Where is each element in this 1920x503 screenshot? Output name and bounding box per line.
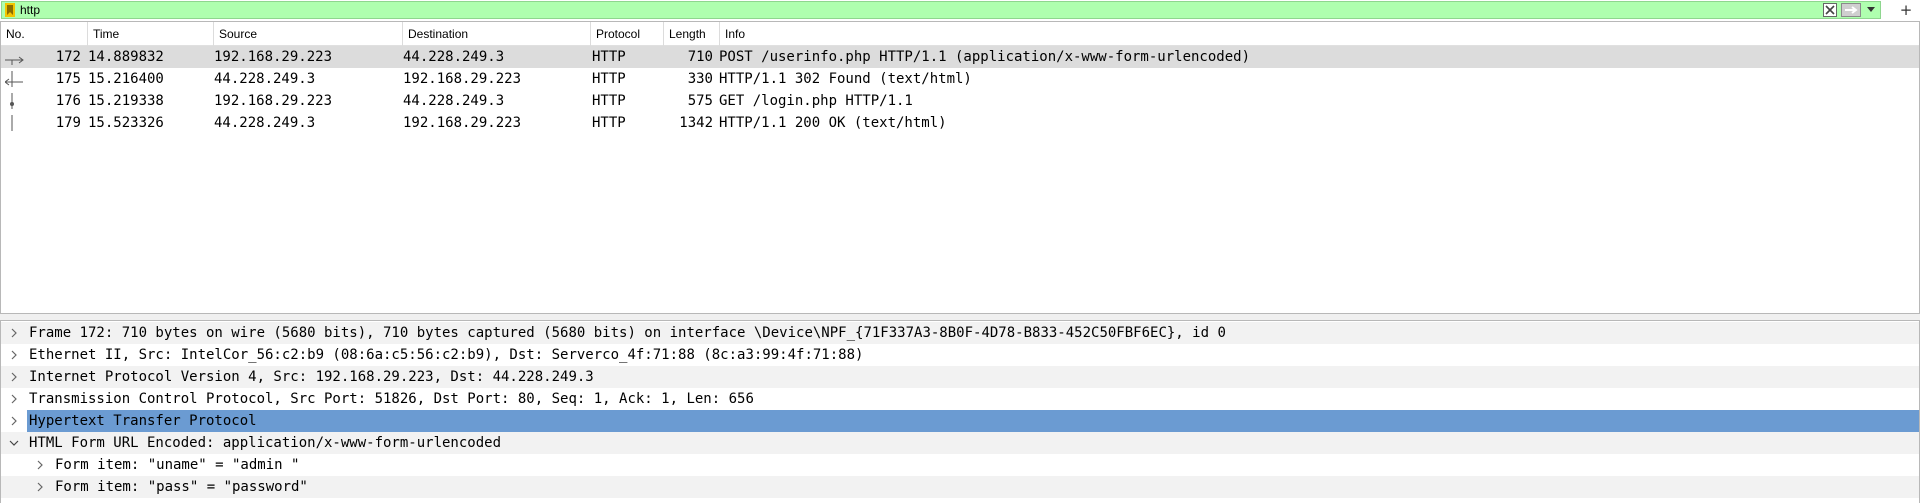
packet-protocol: HTTP [592, 49, 626, 65]
column-header-time[interactable]: Time [88, 22, 214, 46]
packet-source: 44.228.249.3 [214, 71, 316, 87]
packet-destination: 192.168.29.223 [403, 71, 522, 87]
packet-details-tree: Frame 172: 710 bytes on wire (5680 bits)… [0, 320, 1920, 503]
packet-source: 192.168.29.223 [214, 49, 333, 65]
packet-destination: 44.228.249.3 [403, 93, 505, 109]
apply-arrow-icon[interactable] [1840, 2, 1862, 18]
chevron-down-icon[interactable] [1, 432, 27, 454]
packet-no: 175 [55, 71, 81, 87]
display-filter-field [1, 1, 1881, 19]
related-line-icon [11, 115, 13, 131]
packet-row[interactable]: 172 14.889832 192.168.29.223 44.228.249.… [1, 46, 1919, 68]
tree-item-frame[interactable]: Frame 172: 710 bytes on wire (5680 bits)… [1, 322, 1919, 344]
packet-info: HTTP/1.1 200 OK (text/html) [719, 115, 947, 131]
bookmark-icon[interactable] [4, 2, 16, 18]
packet-time: 15.523326 [88, 115, 164, 131]
tree-item-form-uname[interactable]: Form item: "uname" = "admin " [1, 454, 1919, 476]
column-header-info[interactable]: Info [720, 22, 1919, 46]
column-header-source[interactable]: Source [214, 22, 403, 46]
packet-length: 330 [687, 71, 713, 87]
tree-item-label: Ethernet II, Src: IntelCor_56:c2:b9 (08:… [29, 347, 864, 363]
chevron-down-icon[interactable] [1864, 2, 1878, 18]
related-dot-icon [10, 93, 14, 109]
packet-info: HTTP/1.1 302 Found (text/html) [719, 71, 972, 87]
packet-info: GET /login.php HTTP/1.1 [719, 93, 913, 109]
tree-item-label: Form item: "uname" = "admin " [55, 457, 300, 473]
tree-item-ipv4[interactable]: Internet Protocol Version 4, Src: 192.16… [1, 366, 1919, 388]
tree-item-html-form[interactable]: HTML Form URL Encoded: application/x-www… [1, 432, 1919, 454]
packet-protocol: HTTP [592, 93, 626, 109]
tree-item-ethernet[interactable]: Ethernet II, Src: IntelCor_56:c2:b9 (08:… [1, 344, 1919, 366]
chevron-right-icon[interactable] [1, 366, 27, 388]
tree-item-tcp[interactable]: Transmission Control Protocol, Src Port:… [1, 388, 1919, 410]
packet-no: 172 [55, 49, 81, 65]
chevron-right-icon[interactable] [1, 322, 27, 344]
column-header-destination[interactable]: Destination [403, 22, 591, 46]
display-filter-toolbar: + [0, 0, 1920, 20]
packet-time: 15.219338 [88, 93, 164, 109]
plus-icon[interactable]: + [1896, 0, 1916, 20]
packet-destination: 44.228.249.3 [403, 49, 505, 65]
column-header-length[interactable]: Length [664, 22, 720, 46]
tree-item-http[interactable]: Hypertext Transfer Protocol [1, 410, 1919, 432]
packet-rows: 172 14.889832 192.168.29.223 44.228.249.… [1, 46, 1919, 134]
chevron-right-icon[interactable] [1, 388, 27, 410]
packet-row[interactable]: 175 15.216400 44.228.249.3 192.168.29.22… [1, 68, 1919, 90]
tree-item-label: Form item: "pass" = "password" [55, 479, 308, 495]
packet-no: 179 [55, 115, 81, 131]
tree-item-form-pass[interactable]: Form item: "pass" = "password" [1, 476, 1919, 498]
clear-x-icon[interactable] [1822, 2, 1838, 18]
packet-time: 15.216400 [88, 71, 164, 87]
chevron-right-icon[interactable] [26, 454, 53, 476]
packet-protocol: HTTP [592, 71, 626, 87]
packet-no-cell: 179 [1, 115, 85, 131]
packet-no: 176 [55, 93, 81, 109]
display-filter-input[interactable] [20, 2, 1822, 18]
packet-length: 1342 [679, 115, 713, 131]
chevron-right-icon[interactable] [1, 410, 27, 432]
packet-no-cell: 176 [1, 93, 85, 109]
tree-item-label: Transmission Control Protocol, Src Port:… [29, 391, 754, 407]
response-arrow-icon [5, 71, 23, 87]
packet-row[interactable]: 176 15.219338 192.168.29.223 44.228.249.… [1, 90, 1919, 112]
packet-source: 192.168.29.223 [214, 93, 333, 109]
tree-item-label: HTML Form URL Encoded: application/x-www… [29, 435, 502, 451]
packet-row[interactable]: 179 15.523326 44.228.249.3 192.168.29.22… [1, 112, 1919, 134]
chevron-right-icon[interactable] [26, 476, 53, 498]
packet-list-header: No. Time Source Destination Protocol Len… [1, 22, 1919, 46]
tree-item-label: Frame 172: 710 bytes on wire (5680 bits)… [29, 325, 1226, 341]
packet-destination: 192.168.29.223 [403, 115, 522, 131]
packet-time: 14.889832 [88, 49, 164, 65]
packet-length: 710 [687, 49, 713, 65]
packet-info: POST /userinfo.php HTTP/1.1 (application… [719, 49, 1251, 65]
packet-no-cell: 175 [1, 71, 85, 87]
column-header-protocol[interactable]: Protocol [591, 22, 664, 46]
chevron-right-icon[interactable] [1, 344, 27, 366]
tree-item-label: Internet Protocol Version 4, Src: 192.16… [29, 369, 594, 385]
packet-protocol: HTTP [592, 115, 626, 131]
request-arrow-icon [5, 56, 24, 65]
tree-item-label: Hypertext Transfer Protocol [27, 410, 1919, 432]
packet-source: 44.228.249.3 [214, 115, 316, 131]
packet-length: 575 [687, 93, 713, 109]
packet-list: No. Time Source Destination Protocol Len… [0, 21, 1920, 314]
packet-no-cell: 172 [1, 49, 85, 65]
column-header-no[interactable]: No. [1, 22, 88, 46]
